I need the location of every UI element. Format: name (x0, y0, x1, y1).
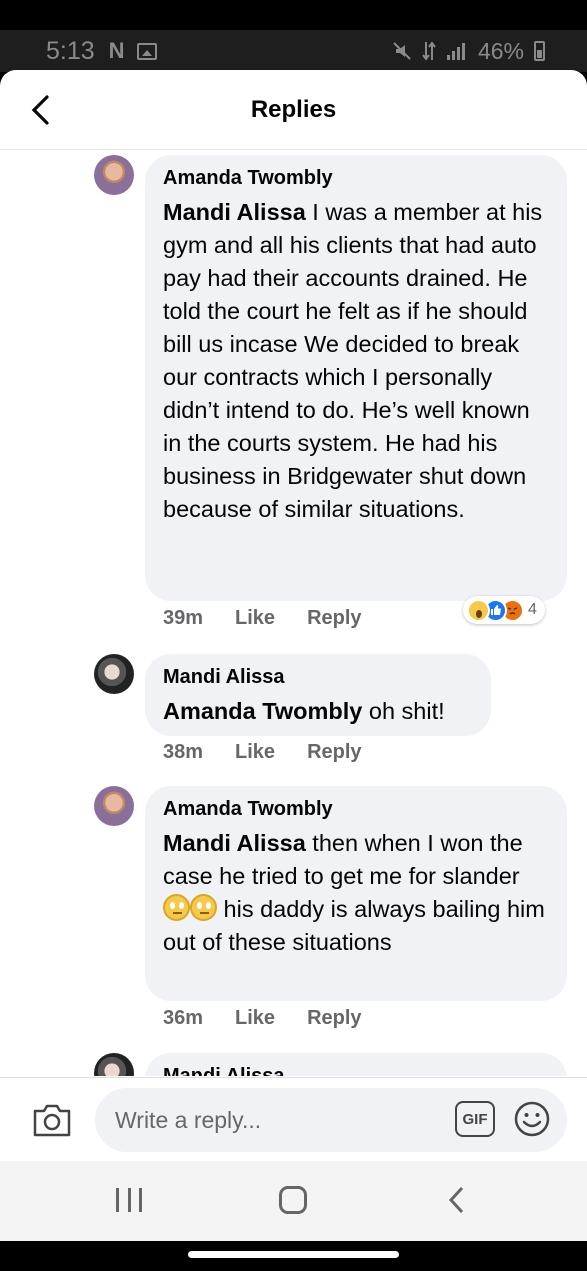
replies-sheet: Replies Amanda Twombly Mandi Alissa I wa… (0, 70, 587, 1241)
comment-body: I was a member at his gym and all his cl… (163, 199, 543, 522)
recents-button[interactable] (116, 1188, 142, 1212)
reaction-count: 4 (528, 601, 537, 618)
gif-button[interactable]: GIF (455, 1101, 495, 1137)
comment-body: oh shit! (362, 698, 445, 724)
comment-actions: 39m Like Reply (163, 607, 362, 630)
battery-icon (534, 41, 545, 61)
reply-button[interactable]: Reply (307, 1007, 361, 1030)
eye-roll-emoji-icon (190, 894, 217, 921)
mention-link[interactable]: Mandi Alissa (163, 830, 306, 856)
signal-icon (446, 43, 465, 60)
status-time: 5:13 (46, 36, 95, 65)
reply-input[interactable]: Write a reply... (95, 1088, 567, 1152)
wow-reaction-icon (467, 598, 490, 622)
reaction-summary[interactable]: 4 (463, 596, 545, 624)
eye-roll-emoji-icon (163, 894, 190, 921)
reply-composer: Write a reply... (0, 1077, 587, 1161)
reply-button[interactable]: Reply (307, 607, 361, 630)
comment-bubble[interactable]: Mandi Alissa (145, 1053, 567, 1076)
like-button[interactable]: Like (235, 607, 275, 630)
like-button[interactable]: Like (235, 1007, 275, 1030)
page-title: Replies (250, 95, 337, 123)
notification-n-icon: N (108, 38, 125, 63)
mute-icon (393, 42, 411, 60)
emoji-button[interactable] (513, 1100, 551, 1138)
avatar[interactable] (94, 786, 134, 826)
reply-button[interactable]: Reply (307, 741, 361, 764)
status-right: 46% (392, 38, 545, 65)
data-transfer-icon (422, 41, 436, 61)
avatar[interactable] (94, 1053, 134, 1076)
home-button[interactable] (279, 1186, 307, 1214)
comment-text: Mandi Alissa then when I won the case he… (163, 827, 549, 959)
android-nav-bar (0, 1161, 587, 1241)
comment-author[interactable]: Amanda Twombly (163, 798, 549, 821)
back-button[interactable] (22, 92, 58, 128)
comment-actions: 36m Like Reply (163, 1007, 362, 1030)
comment-bubble[interactable]: Amanda Twombly Mandi Alissa I was a memb… (145, 155, 567, 601)
status-bar: 5:13 N 46% (0, 30, 587, 72)
chevron-left-icon (31, 95, 49, 125)
comment-text: Amanda Twombly oh shit! (163, 695, 473, 728)
mention-link[interactable]: Mandi Alissa (163, 199, 306, 225)
comment-author[interactable]: Amanda Twombly (163, 167, 549, 190)
like-button[interactable]: Like (235, 741, 275, 764)
replies-header: Replies (0, 70, 587, 150)
avatar[interactable] (94, 654, 134, 694)
comment-author[interactable]: Mandi Alissa (163, 1065, 549, 1076)
camera-button[interactable] (32, 1102, 72, 1138)
comment-author[interactable]: Mandi Alissa (163, 666, 473, 689)
comment-bubble[interactable]: Mandi Alissa Amanda Twombly oh shit! (145, 654, 491, 736)
smiley-icon (514, 1101, 550, 1137)
comment-body-end: his daddy is always bailing him out of t… (163, 896, 545, 955)
comment-time[interactable]: 36m (163, 1007, 203, 1030)
gesture-bar[interactable] (188, 1251, 399, 1258)
mention-link[interactable]: Amanda Twombly (163, 698, 362, 724)
reply-thread[interactable]: Amanda Twombly Mandi Alissa I was a memb… (0, 151, 587, 1076)
battery-percent: 46% (477, 37, 524, 64)
comment-time[interactable]: 38m (163, 741, 203, 764)
camera-icon (33, 1104, 71, 1137)
image-notification-icon (136, 42, 157, 60)
avatar[interactable] (94, 155, 134, 195)
comment-actions: 38m Like Reply (163, 741, 362, 764)
nav-back-icon[interactable] (445, 1185, 469, 1215)
comment-text: Mandi Alissa I was a member at his gym a… (163, 196, 549, 526)
comment-time[interactable]: 39m (163, 607, 203, 630)
comment-bubble[interactable]: Amanda Twombly Mandi Alissa then when I … (145, 786, 567, 1001)
